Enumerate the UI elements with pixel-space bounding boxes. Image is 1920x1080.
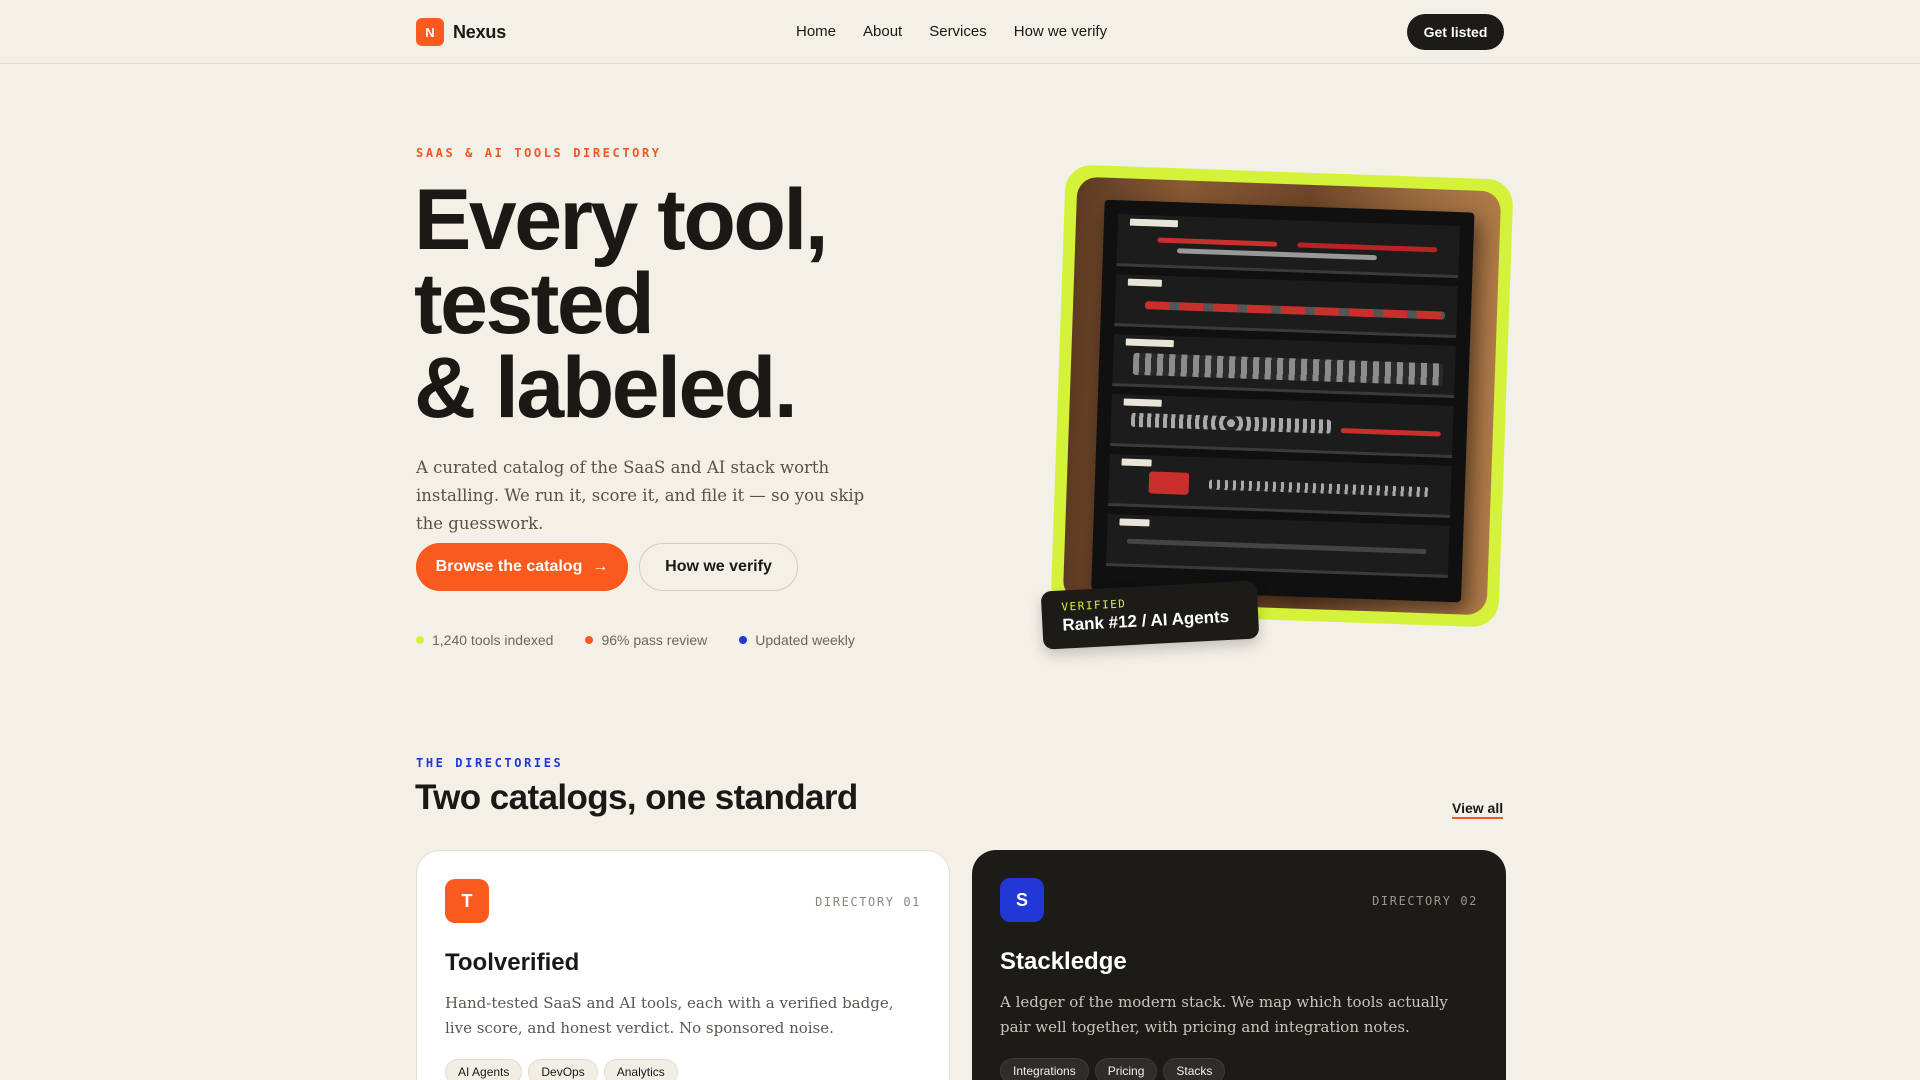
tool-cabinet-illustration <box>1091 199 1475 603</box>
brand-logo[interactable]: N Nexus <box>416 18 506 46</box>
hero-eyebrow: SAAS & AI TOOLS DIRECTORY <box>416 146 662 160</box>
browse-catalog-label: Browse the catalog <box>435 558 583 575</box>
directories-eyebrow: THE DIRECTORIES <box>416 756 564 770</box>
logo-mark: N <box>416 18 444 46</box>
hero-title-line-2: tested <box>414 256 655 352</box>
get-listed-button[interactable]: Get listed <box>1407 14 1504 50</box>
directory-card-toolverified[interactable]: T DIRECTORY 01 Toolverified Hand-tested … <box>416 850 950 1080</box>
directory-letter-icon: T <box>445 879 489 923</box>
hero-title-line-1: Every tool, <box>414 172 829 268</box>
brand-name: Nexus <box>453 21 507 42</box>
stat-label: Updated weekly <box>755 632 855 648</box>
directory-description: Hand-tested SaaS and AI tools, each with… <box>445 994 894 1037</box>
arrow-right-icon: → <box>592 558 609 575</box>
stat-tools-indexed: 1,240 tools indexed <box>416 632 553 648</box>
site-header: N Nexus Home About Services How we verif… <box>0 0 1920 64</box>
verified-rank-badge: VERIFIED Rank #12 / AI Agents <box>1040 580 1260 650</box>
nav-how-we-verify[interactable]: How we verify <box>1014 23 1107 40</box>
tag[interactable]: DevOps <box>528 1059 598 1080</box>
directory-title: Stackledge <box>1000 948 1127 975</box>
tag[interactable]: Pricing <box>1094 1058 1158 1080</box>
how-we-verify-button[interactable]: How we verify <box>639 543 798 591</box>
directories-title: Two catalogs, one standard <box>415 778 858 817</box>
directory-title: Toolverified <box>445 949 580 976</box>
hero-title-line-3: & labeled. <box>414 340 798 436</box>
hero-title: Every tool, tested & labeled. <box>414 172 829 436</box>
view-all-link[interactable]: View all <box>1452 800 1504 819</box>
browse-catalog-button[interactable]: Browse the catalog → <box>416 543 628 591</box>
directory-number: DIRECTORY 02 <box>1372 894 1478 908</box>
lime-dot-icon <box>416 636 424 644</box>
main-nav: Home About Services How we verify <box>796 23 1107 40</box>
hero-stats: 1,240 tools indexed 96% pass review Upda… <box>416 632 855 648</box>
hero-subtitle: A curated catalog of the SaaS and AI sta… <box>416 458 865 533</box>
orange-dot-icon <box>585 636 594 644</box>
blue-dot-icon <box>739 636 748 644</box>
tag[interactable]: Stacks <box>1163 1058 1226 1080</box>
tag[interactable]: AI Agents <box>445 1059 523 1080</box>
tag[interactable]: Analytics <box>603 1059 678 1080</box>
nav-home[interactable]: Home <box>796 23 836 40</box>
directory-card-stackledge[interactable]: S DIRECTORY 02 Stackledge A ledger of th… <box>972 850 1506 1080</box>
nav-services[interactable]: Services <box>929 23 987 40</box>
directory-description: A ledger of the modern stack. We map whi… <box>1000 993 1448 1036</box>
directory-tags: Integrations Pricing Stacks <box>1000 1058 1226 1080</box>
stat-label: 1,240 tools indexed <box>432 632 554 648</box>
tag[interactable]: Integrations <box>1000 1058 1089 1080</box>
nav-about[interactable]: About <box>863 23 902 40</box>
stat-label: 96% pass review <box>601 632 708 648</box>
directory-letter-icon: S <box>1000 878 1044 922</box>
stat-updated-weekly: Updated weekly <box>739 632 855 648</box>
directory-number: DIRECTORY 01 <box>815 895 921 909</box>
stat-pass-review: 96% pass review <box>585 632 707 648</box>
directory-tags: AI Agents DevOps Analytics <box>445 1059 678 1080</box>
hero-image-tool-cabinet <box>1062 176 1502 616</box>
